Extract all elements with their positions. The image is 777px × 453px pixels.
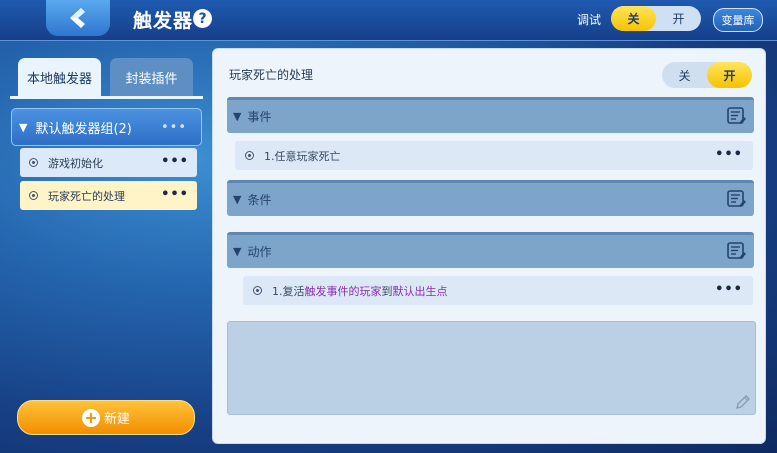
new-button-label: 新建 [103, 412, 130, 427]
back-arrow-icon [70, 8, 85, 28]
top-bar: 触发器 ? 调试 关 开 变量库 [0, 0, 777, 41]
trigger-enable-toggle[interactable]: 关 开 [662, 62, 752, 88]
collapse-triangle-icon[interactable]: ▼ [19, 121, 27, 134]
enable-toggle-on-option[interactable]: 开 [707, 62, 752, 88]
trigger-item-label: 游戏初始化 [48, 156, 103, 170]
collapse-triangle-icon[interactable]: ▼ [233, 245, 241, 258]
plus-icon: + [81, 408, 100, 427]
debug-label: 调试 [577, 13, 602, 27]
radio-icon [29, 158, 38, 167]
event-text: 1.任意玩家死亡 [264, 149, 341, 163]
pencil-icon[interactable] [735, 394, 751, 410]
event-row[interactable]: 1.任意玩家死亡 ••• [235, 141, 753, 170]
action-section-header[interactable]: ▼ 动作 [227, 232, 754, 268]
action-prefix: 1.复活 [272, 284, 305, 298]
debug-toggle[interactable]: 关 开 [611, 6, 701, 31]
condition-section-label: 条件 [247, 193, 272, 207]
variable-library-button[interactable]: 变量库 [713, 8, 763, 32]
condition-section-header[interactable]: ▼ 条件 [227, 180, 754, 216]
radio-icon [253, 286, 262, 295]
trigger-item-label: 玩家死亡的处理 [48, 189, 125, 203]
collapse-triangle-icon[interactable]: ▼ [233, 193, 241, 206]
trigger-group-row[interactable]: ▼ 默认触发器组(2) ••• [11, 108, 202, 146]
page-title: 触发器 [133, 10, 194, 32]
tab-underline [10, 96, 203, 99]
action-connector: 到 [381, 284, 393, 298]
trigger-list-panel: 本地触发器 封装插件 ▼ 默认触发器组(2) ••• 游戏初始化 ••• 玩家死… [0, 40, 212, 453]
trigger-group-label: 默认触发器组(2) [35, 121, 132, 137]
debug-toggle-off-option[interactable]: 关 [611, 6, 656, 31]
trigger-name: 玩家死亡的处理 [229, 68, 314, 82]
event-section-header[interactable]: ▼ 事件 [227, 97, 754, 133]
row-more-icon[interactable]: ••• [715, 147, 743, 162]
notes-textarea[interactable] [227, 321, 756, 415]
collapse-triangle-icon[interactable]: ▼ [233, 110, 241, 123]
help-icon[interactable]: ? [193, 9, 212, 28]
tab-local-triggers[interactable]: 本地触发器 [18, 58, 101, 96]
row-more-icon[interactable]: ••• [715, 282, 743, 297]
event-section-label: 事件 [247, 110, 272, 124]
edit-icon[interactable] [727, 242, 746, 260]
tab-packaged-plugins[interactable]: 封装插件 [110, 58, 193, 96]
group-more-icon[interactable]: ••• [161, 120, 187, 135]
action-param-spawn-point[interactable]: 默认出生点 [393, 283, 448, 299]
action-row[interactable]: 1.复活 触发事件的玩家 到 默认出生点 ••• [243, 276, 753, 305]
trigger-editor-panel: 玩家死亡的处理 关 开 ▼ 事件 1.任意玩家死亡 ••• ▼ 条件 ▼ 动作 … [212, 48, 766, 444]
radio-icon [29, 191, 38, 200]
radio-icon [245, 151, 254, 160]
new-trigger-button[interactable]: + 新建 [17, 400, 195, 435]
debug-toggle-on-option[interactable]: 开 [656, 6, 701, 31]
trigger-item-player-death[interactable]: 玩家死亡的处理 ••• [20, 181, 197, 210]
edit-icon[interactable] [727, 107, 746, 125]
edit-icon[interactable] [727, 190, 746, 208]
trigger-item-game-init[interactable]: 游戏初始化 ••• [20, 148, 197, 177]
trigger-more-icon[interactable]: ••• [161, 154, 189, 169]
trigger-more-icon[interactable]: ••• [161, 187, 189, 202]
enable-toggle-off-option[interactable]: 关 [662, 62, 707, 88]
action-param-player[interactable]: 触发事件的玩家 [305, 283, 382, 299]
action-section-label: 动作 [247, 245, 272, 259]
back-button[interactable] [46, 0, 110, 36]
